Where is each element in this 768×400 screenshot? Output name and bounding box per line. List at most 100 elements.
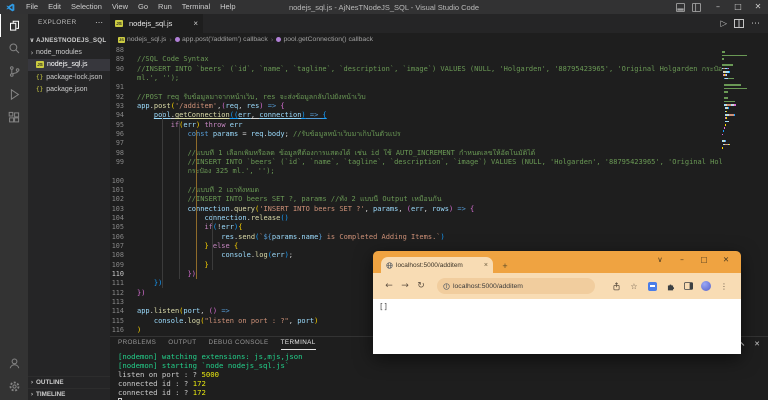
- run-file-icon[interactable]: ▷: [720, 19, 727, 29]
- settings-gear-icon[interactable]: [0, 375, 28, 398]
- menu-go[interactable]: Go: [133, 0, 153, 14]
- code-line[interactable]: 88: [110, 46, 722, 55]
- breadcrumb-label: pool.getConnection() callback: [283, 36, 373, 43]
- outline-label: OUTLINE: [36, 379, 64, 386]
- line-number: 109: [110, 261, 132, 270]
- chevron-down-icon: ∨: [28, 37, 36, 44]
- tab-label: nodejs_sql.js: [129, 19, 191, 28]
- method-symbol-icon: [175, 37, 180, 42]
- chrome-tab[interactable]: localhost:5000/additem ×: [381, 257, 493, 273]
- code-line[interactable]: 105 if(!err){: [110, 223, 722, 232]
- tree-item-nodejs_sql.js[interactable]: JSnodejs_sql.js: [28, 59, 110, 71]
- timeline-section[interactable]: › TIMELINE: [28, 388, 110, 400]
- side-panel-icon[interactable]: [679, 282, 697, 290]
- code-line[interactable]: 101 //แบบที่ 2 เอาทั้งหมด: [110, 186, 722, 195]
- line-number: 89: [110, 55, 132, 64]
- toggle-panel-icon[interactable]: [676, 3, 685, 12]
- editor-more-actions-icon[interactable]: ⋯: [751, 19, 760, 29]
- code-line[interactable]: 107 } else {: [110, 242, 722, 251]
- tree-item-package.json[interactable]: {}package.json: [28, 84, 110, 96]
- back-button[interactable]: ←: [381, 281, 397, 291]
- menu-run[interactable]: Run: [153, 0, 177, 14]
- window-maximize-button[interactable]: □: [728, 0, 748, 14]
- line-number: 103: [110, 205, 132, 214]
- extensions-puzzle-icon[interactable]: [661, 282, 679, 291]
- code-line[interactable]: 93app.post('/additem',(req, res) => {: [110, 102, 722, 111]
- window-title: nodejs_sql.js - AjNesTNodeJS_SQL - Visua…: [289, 3, 479, 12]
- code-line[interactable]: 94 pool.getConnection((err, connection) …: [110, 111, 722, 120]
- window-minimize-button[interactable]: –: [708, 0, 728, 14]
- code-line[interactable]: 106 res.send(`${params.name} is Complete…: [110, 233, 722, 242]
- forward-button[interactable]: →: [397, 281, 413, 291]
- breadcrumb: JSnodejs_sql.js›app.post('/additem') cal…: [110, 33, 768, 46]
- split-editor-icon[interactable]: [734, 19, 744, 28]
- outline-section[interactable]: › OUTLINE: [28, 376, 110, 388]
- minimap[interactable]: [722, 48, 750, 168]
- code-line[interactable]: 99 //INSERT INTO `beers` (`id`, `name`, …: [110, 158, 722, 167]
- panel-tab-output[interactable]: OUTPUT: [168, 337, 196, 350]
- menu-help[interactable]: Help: [215, 0, 240, 14]
- code-line[interactable]: 97: [110, 139, 722, 148]
- code-line[interactable]: 91: [110, 83, 722, 92]
- terminal-output[interactable]: [nodemon] watching extensions: js,mjs,js…: [110, 350, 768, 400]
- breadcrumb-item[interactable]: pool.getConnection() callback: [276, 36, 373, 43]
- tab-close-icon[interactable]: ×: [193, 19, 198, 28]
- explorer-icon[interactable]: [0, 14, 28, 37]
- tree-item-package-lock.json[interactable]: {}package-lock.json: [28, 71, 110, 83]
- extensions-icon[interactable]: [0, 106, 28, 129]
- chrome-menu-chevron-icon[interactable]: ∨: [649, 255, 671, 264]
- site-info-icon[interactable]: [443, 283, 450, 290]
- code-line[interactable]: 98 //แบบที่ 1 เลือกเพิ่มหรือลด ข้อมูลที่…: [110, 149, 722, 158]
- code-line[interactable]: 104 connection.release(): [110, 214, 722, 223]
- bookmark-star-icon[interactable]: ☆: [625, 282, 643, 291]
- explorer-more-actions-icon[interactable]: ⋯: [95, 18, 103, 27]
- tab-nodejs-sql-js[interactable]: JS nodejs_sql.js ×: [110, 14, 204, 33]
- menu-view[interactable]: View: [107, 0, 133, 14]
- chrome-menu-icon[interactable]: ⋮: [715, 282, 733, 291]
- code-line[interactable]: 90//INSERT INTO `beers` (`id`, `name`, `…: [110, 65, 722, 74]
- share-icon[interactable]: [607, 282, 625, 291]
- panel-tab-terminal[interactable]: TERMINAL: [281, 337, 316, 350]
- source-control-icon[interactable]: [0, 60, 28, 83]
- breadcrumb-item[interactable]: JSnodejs_sql.js: [118, 36, 166, 43]
- line-number: 107: [110, 242, 132, 251]
- line-number: 91: [110, 83, 132, 92]
- code-line[interactable]: กระป๋อง 325 ml.', '');: [110, 167, 722, 176]
- chrome-maximize-button[interactable]: □: [693, 255, 715, 264]
- line-number: 90: [110, 65, 132, 74]
- line-number: 104: [110, 214, 132, 223]
- chrome-tab-close-icon[interactable]: ×: [484, 262, 488, 269]
- new-tab-button[interactable]: +: [499, 261, 511, 271]
- accounts-icon[interactable]: [0, 352, 28, 375]
- search-icon[interactable]: [0, 37, 28, 60]
- panel-tab-debug-console[interactable]: DEBUG CONSOLE: [209, 337, 269, 350]
- code-line[interactable]: 92//POST req รับข้อมูลมาจากหน้าเว็บ, res…: [110, 93, 722, 102]
- window-close-button[interactable]: ✕: [748, 0, 768, 14]
- panel-close-icon[interactable]: ✕: [754, 340, 760, 348]
- code-line[interactable]: 100: [110, 177, 722, 186]
- extension-blue-icon[interactable]: [643, 282, 661, 291]
- code-line[interactable]: 95 if(err) throw err: [110, 121, 722, 130]
- menu-terminal[interactable]: Terminal: [177, 0, 215, 14]
- menu-edit[interactable]: Edit: [43, 0, 66, 14]
- line-number: 92: [110, 93, 132, 102]
- code-line[interactable]: ml.', '');: [110, 74, 722, 83]
- chrome-minimize-button[interactable]: –: [671, 255, 693, 264]
- code-line[interactable]: 103 connection.query('INSERT INTO beers …: [110, 205, 722, 214]
- address-bar[interactable]: localhost:5000/additem: [437, 278, 595, 294]
- panel-tab-problems[interactable]: PROBLEMS: [118, 337, 156, 350]
- profile-avatar[interactable]: [697, 281, 715, 291]
- code-line[interactable]: 102 //INSERT INTO beers SET ?, params //…: [110, 195, 722, 204]
- tree-root-folder[interactable]: ∨ AJNESTNODEJS_SQL: [28, 34, 110, 46]
- code-line[interactable]: 89//SQL Code Syntax: [110, 55, 722, 64]
- line-number: 113: [110, 298, 132, 307]
- breadcrumb-item[interactable]: app.post('/additem') callback: [175, 36, 268, 43]
- customize-layout-icon[interactable]: [692, 3, 701, 12]
- chrome-close-button[interactable]: ✕: [715, 255, 737, 264]
- code-line[interactable]: 96 const params = req.body; //รับข้อมูลห…: [110, 130, 722, 139]
- menu-selection[interactable]: Selection: [66, 0, 107, 14]
- menu-file[interactable]: File: [21, 0, 43, 14]
- tree-item-node_modules[interactable]: ›node_modules: [28, 46, 110, 58]
- reload-button[interactable]: ↻: [413, 281, 429, 291]
- run-and-debug-icon[interactable]: [0, 83, 28, 106]
